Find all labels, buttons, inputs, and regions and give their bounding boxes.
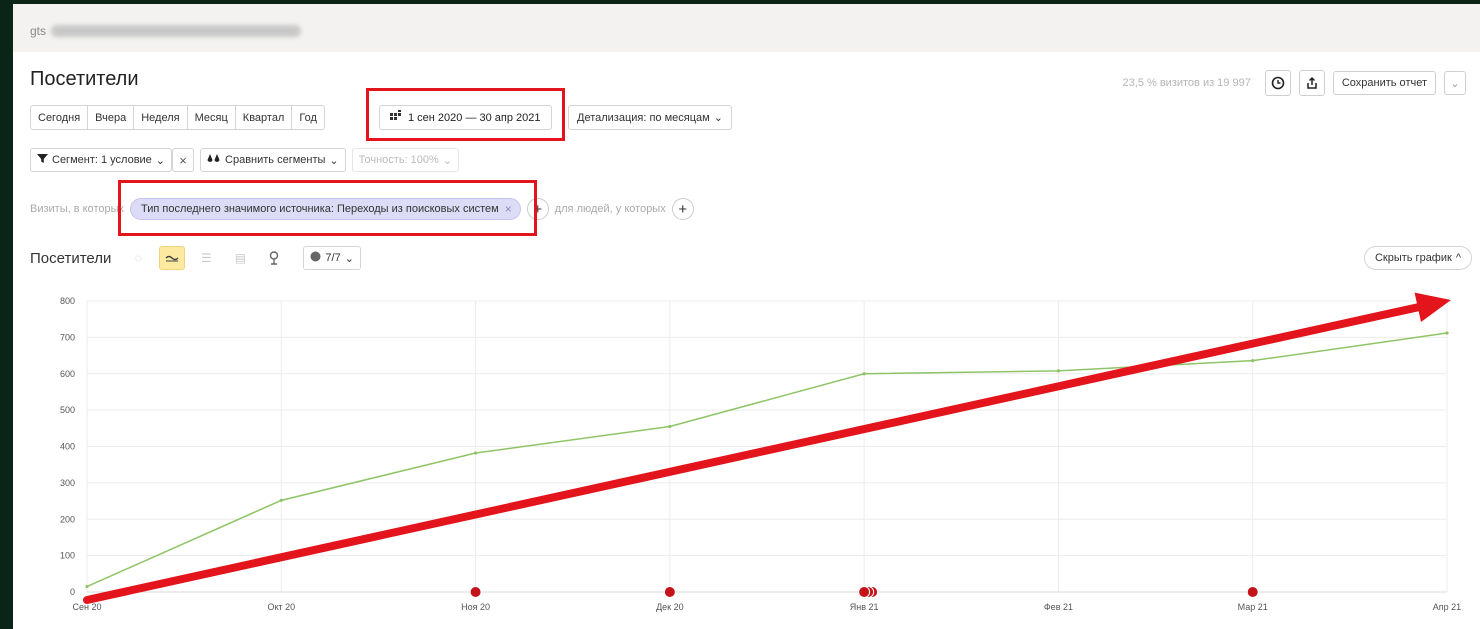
y-tick-label: 600 xyxy=(60,369,75,379)
annotation-marker xyxy=(663,586,676,598)
data-point xyxy=(862,372,866,376)
annotation-marker xyxy=(858,586,871,598)
annotation-marker xyxy=(469,586,482,598)
data-point xyxy=(668,424,672,429)
x-tick-label: Янв 21 xyxy=(850,602,879,612)
y-tick-label: 700 xyxy=(60,332,75,342)
y-tick-label: 400 xyxy=(60,442,75,452)
annotation-marker xyxy=(1246,586,1259,598)
data-point xyxy=(1445,331,1449,335)
x-tick-label: Апр 21 xyxy=(1433,602,1461,612)
metrica-window: gts Посетители 23,5 % визитов из 19 997 … xyxy=(13,4,1480,629)
x-tick-label: Окт 20 xyxy=(267,602,295,612)
y-tick-label: 800 xyxy=(60,296,75,306)
x-tick-label: Мар 21 xyxy=(1238,602,1268,612)
data-point xyxy=(279,498,283,502)
data-point xyxy=(1251,359,1255,363)
x-tick-label: Ноя 20 xyxy=(461,602,490,612)
x-tick-label: Дек 20 xyxy=(656,602,684,612)
visitors-line-chart: 0100200300400500600700800Сен 20 Окт 20 Ноя… xyxy=(60,292,1461,612)
data-point xyxy=(85,584,89,589)
y-tick-label: 300 xyxy=(60,478,75,488)
y-tick-label: 100 xyxy=(60,551,75,561)
y-tick-label: 0 xyxy=(70,587,75,597)
data-point xyxy=(1056,369,1061,373)
series-line xyxy=(86,332,1448,588)
data-point xyxy=(473,451,478,455)
x-tick-label: Фев 21 xyxy=(1044,602,1073,612)
trend-arrow-head xyxy=(1414,292,1451,322)
y-tick-label: 200 xyxy=(60,514,75,524)
y-tick-label: 500 xyxy=(60,405,75,415)
